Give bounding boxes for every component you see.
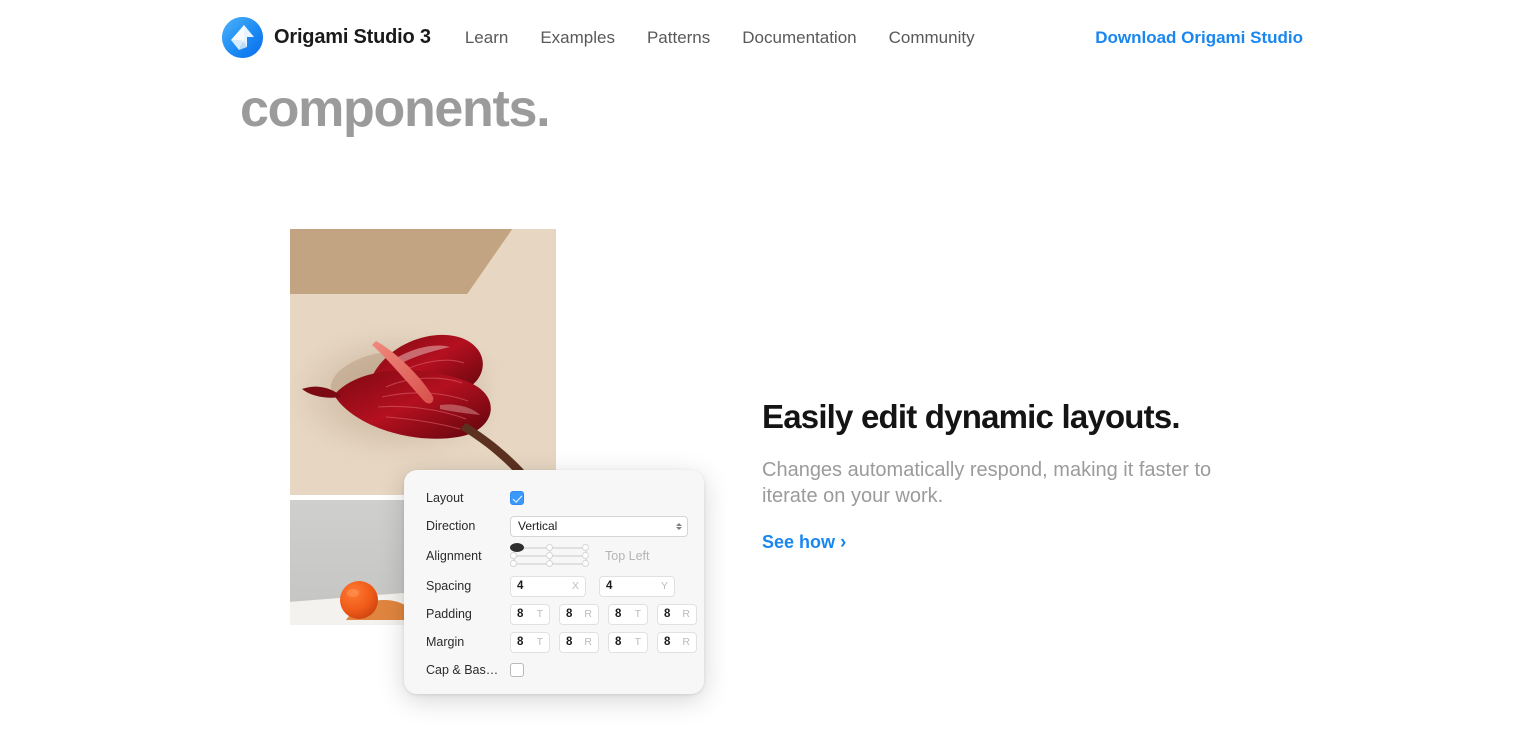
- feature-subtitle: Changes automatically respond, making it…: [762, 458, 1212, 508]
- padding-unit-2: R: [584, 608, 592, 620]
- alignment-cell-bottom-right[interactable]: [582, 560, 589, 567]
- padding-field-1[interactable]: 8 T: [510, 603, 550, 625]
- inspector-row-cap-base: Cap & Bas…: [404, 656, 704, 684]
- nav-link-learn[interactable]: Learn: [465, 28, 508, 48]
- cap-base-checkbox[interactable]: [510, 663, 524, 677]
- photo-anthurium: [290, 229, 556, 495]
- spacing-y-value: 4: [606, 580, 613, 592]
- padding-value-3: 8: [615, 608, 622, 620]
- chevron-right-icon: ›: [840, 531, 847, 553]
- inspector-row-spacing: Spacing 4 X 4 Y: [404, 572, 704, 600]
- alignment-cell-bottom-left[interactable]: [510, 560, 517, 567]
- layout-checkbox[interactable]: [510, 491, 524, 505]
- page-headline: components.: [240, 80, 551, 138]
- alignment-cell-middle-center[interactable]: [546, 552, 553, 559]
- see-how-link[interactable]: See how ›: [762, 532, 846, 553]
- download-origami-studio-link[interactable]: Download Origami Studio: [1095, 0, 1303, 75]
- row-label-layout: Layout: [426, 490, 464, 505]
- direction-select-value: Vertical: [518, 519, 558, 533]
- padding-field-3[interactable]: 8 T: [608, 603, 648, 625]
- direction-select[interactable]: Vertical: [510, 515, 688, 537]
- padding-field-4[interactable]: 8 R: [657, 603, 697, 625]
- margin-value-1: 8: [517, 636, 524, 648]
- inspector-row-direction: Direction Vertical: [404, 512, 704, 540]
- spacing-x-unit: X: [571, 580, 579, 592]
- margin-field-1[interactable]: 8 T: [510, 631, 550, 653]
- row-label-padding: Padding: [426, 606, 472, 621]
- alignment-cell-top-center[interactable]: [546, 544, 553, 551]
- nav-left-group: Origami Studio 3 Learn Examples Patterns…: [222, 0, 975, 75]
- nav-link-examples[interactable]: Examples: [540, 28, 615, 48]
- brand-title[interactable]: Origami Studio 3: [274, 26, 431, 49]
- padding-value-2: 8: [566, 608, 573, 620]
- feature-text-block: Easily edit dynamic layouts. Changes aut…: [762, 398, 1282, 553]
- nav-link-community[interactable]: Community: [889, 28, 975, 48]
- margin-unit-4: R: [682, 636, 690, 648]
- row-label-direction: Direction: [426, 518, 476, 533]
- top-navigation-bar: Origami Studio 3 Learn Examples Patterns…: [0, 0, 1527, 75]
- margin-unit-3: T: [634, 636, 641, 648]
- row-label-spacing: Spacing: [426, 578, 472, 593]
- layout-inspector-panel: Layout Direction Vertical Alignment Top …: [404, 470, 704, 694]
- alignment-cell-middle-left[interactable]: [510, 552, 517, 559]
- row-label-alignment: Alignment: [426, 548, 482, 563]
- nav-link-patterns[interactable]: Patterns: [647, 28, 710, 48]
- inspector-row-layout: Layout: [404, 484, 704, 512]
- margin-unit-1: T: [536, 636, 543, 648]
- spacing-x-value: 4: [517, 580, 524, 592]
- alignment-cell-bottom-center[interactable]: [546, 560, 553, 567]
- feature-title: Easily edit dynamic layouts.: [762, 398, 1181, 435]
- spacing-y-unit: Y: [660, 580, 668, 592]
- padding-unit-4: R: [682, 608, 690, 620]
- alignment-cell-middle-right[interactable]: [582, 552, 589, 559]
- inspector-row-margin: Margin 8 T 8 R 8 T 8 R: [404, 628, 704, 656]
- padding-value-1: 8: [517, 608, 524, 620]
- see-how-label: See how: [762, 531, 836, 552]
- padding-field-2[interactable]: 8 R: [559, 603, 599, 625]
- alignment-matrix[interactable]: [510, 543, 591, 568]
- nav-link-documentation[interactable]: Documentation: [742, 28, 856, 48]
- row-label-margin: Margin: [426, 634, 465, 649]
- margin-field-2[interactable]: 8 R: [559, 631, 599, 653]
- margin-field-4[interactable]: 8 R: [657, 631, 697, 653]
- margin-value-4: 8: [664, 636, 671, 648]
- inspector-row-alignment: Alignment Top Left: [404, 540, 704, 572]
- alignment-value-label: Top Left: [605, 549, 650, 563]
- inspector-row-padding: Padding 8 T 8 R 8 T 8 R: [404, 600, 704, 628]
- alignment-cell-top-right[interactable]: [582, 544, 589, 551]
- margin-field-3[interactable]: 8 T: [608, 631, 648, 653]
- padding-unit-3: T: [634, 608, 641, 620]
- alignment-cell-top-left[interactable]: [510, 543, 524, 552]
- margin-value-3: 8: [615, 636, 622, 648]
- spacing-x-field[interactable]: 4 X: [510, 575, 586, 597]
- origami-logo-icon[interactable]: [222, 17, 263, 58]
- margin-value-2: 8: [566, 636, 573, 648]
- chevron-up-down-icon: [676, 522, 682, 530]
- margin-unit-2: R: [584, 636, 592, 648]
- padding-value-4: 8: [664, 608, 671, 620]
- spacing-y-field[interactable]: 4 Y: [599, 575, 675, 597]
- row-label-cap-base: Cap & Bas…: [426, 662, 499, 677]
- padding-unit-1: T: [536, 608, 543, 620]
